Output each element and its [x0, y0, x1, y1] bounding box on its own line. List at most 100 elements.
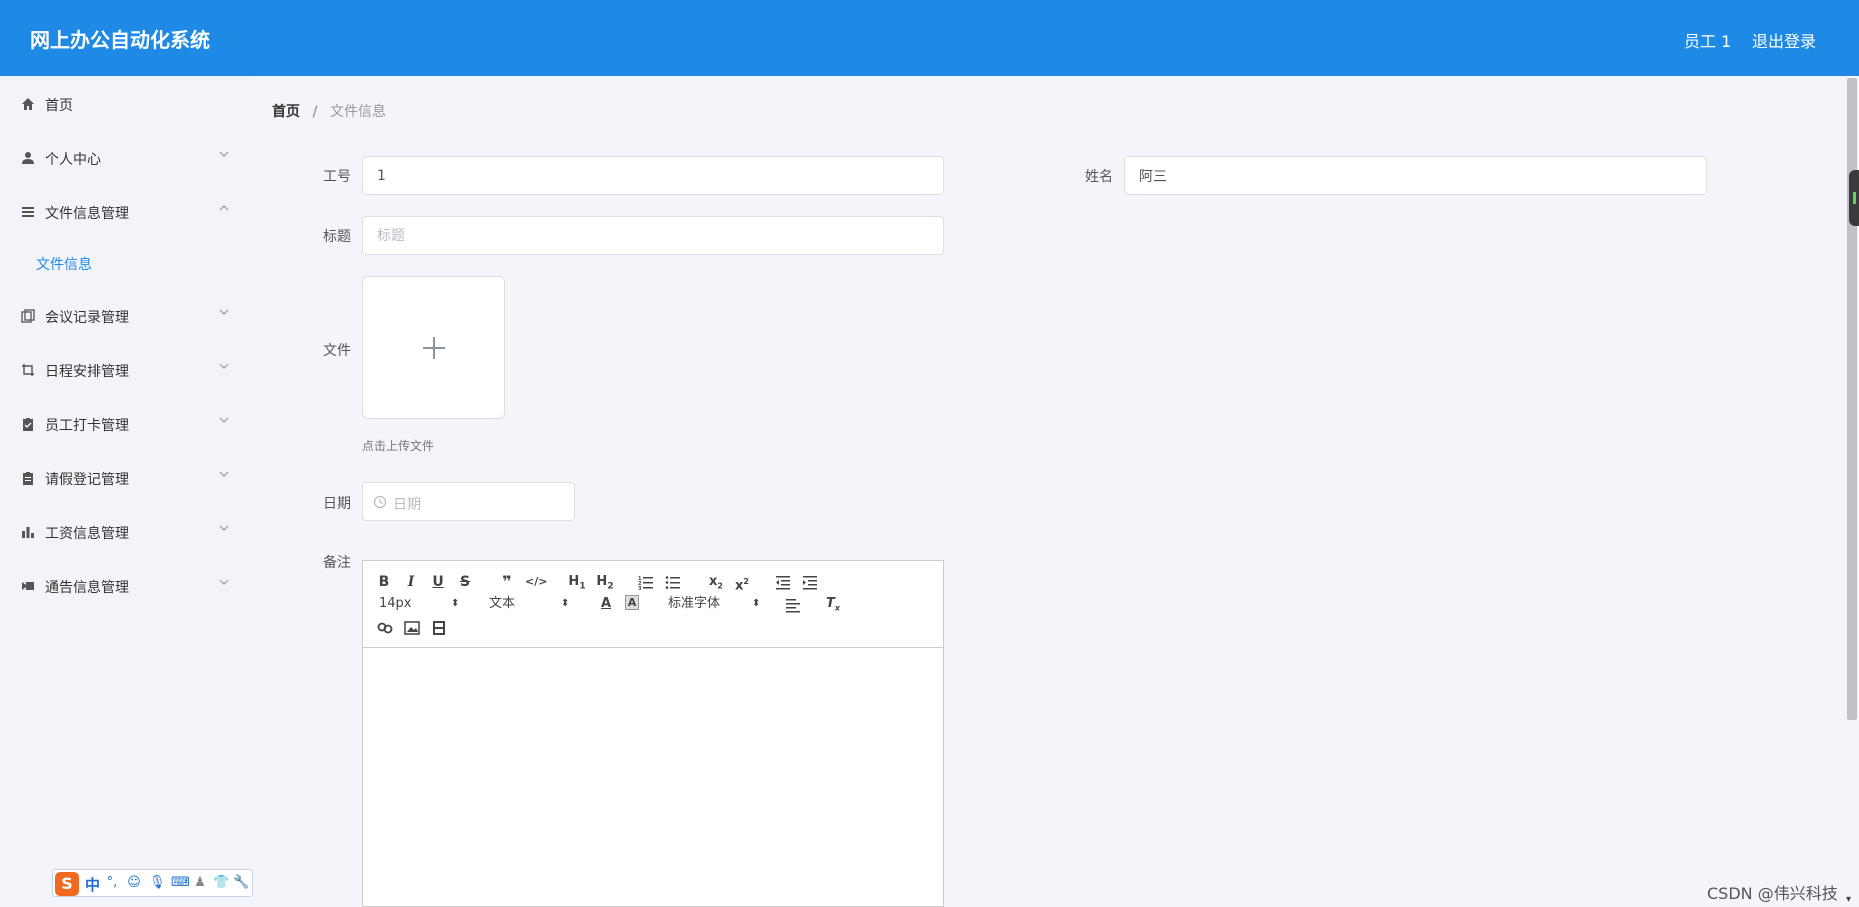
bar-chart-icon: [20, 524, 36, 540]
clipboard-check-icon: [20, 416, 36, 432]
superscript-button[interactable]: x2: [733, 573, 751, 593]
name-field[interactable]: [1124, 156, 1707, 195]
date-placeholder: 日期: [393, 497, 421, 513]
home-icon: [20, 96, 36, 112]
breadcrumb-home[interactable]: 首页: [272, 104, 300, 120]
ordered-list-icon[interactable]: 123: [638, 573, 654, 591]
user-icon[interactable]: ♟: [193, 876, 207, 890]
sidebar-item-schedule[interactable]: 日程安排管理: [0, 350, 250, 390]
bullet-list-icon[interactable]: [665, 573, 681, 591]
chevron-down-icon: [219, 151, 229, 157]
title-label: 标题: [323, 229, 351, 245]
sidebar-item-leave[interactable]: 请假登记管理: [0, 458, 250, 498]
keyboard-icon[interactable]: ⌨: [171, 876, 190, 890]
chevron-down-icon: [219, 471, 229, 477]
editor-toolbar: B I U S ❞ </> H1 H2 123 x2 x2 14px ⬍ 文本 …: [363, 561, 943, 648]
rich-text-editor: B I U S ❞ </> H1 H2 123 x2 x2 14px ⬍ 文本 …: [362, 560, 944, 907]
editor-content-area[interactable]: [363, 649, 943, 906]
chevron-down-icon: [219, 417, 229, 423]
ime-mode-toggle[interactable]: 中: [85, 874, 100, 895]
indent-icon[interactable]: [802, 573, 818, 591]
chevron-up-icon: [219, 205, 229, 211]
resize-handle-icon: ▾: [1846, 894, 1852, 905]
clock-icon: [373, 495, 387, 509]
video-icon[interactable]: [431, 619, 447, 637]
file-upload-button[interactable]: [362, 276, 505, 419]
sidebar-subitem-label: 文件信息: [36, 257, 92, 273]
employee-no-field[interactable]: [362, 156, 944, 195]
crop-icon: [20, 362, 36, 378]
sidebar-item-personal-center[interactable]: 个人中心: [0, 138, 250, 178]
upload-tip: 点击上传文件: [362, 439, 435, 453]
remark-label: 备注: [323, 555, 351, 571]
ime-toolbar: S 中 °, ☺ 🎙 ⌨ ♟ 👕 🔧: [52, 869, 253, 897]
date-label: 日期: [323, 496, 351, 512]
heading2-button[interactable]: H2: [595, 573, 615, 592]
align-left-icon[interactable]: [785, 596, 801, 614]
sidebar-item-label: 日程安排管理: [45, 364, 129, 380]
side-panel-handle[interactable]: [1849, 170, 1859, 226]
date-picker[interactable]: 日期: [362, 482, 575, 521]
sidebar-item-home[interactable]: 首页: [0, 84, 250, 124]
outdent-icon[interactable]: [775, 573, 791, 591]
sidebar-item-meeting-records[interactable]: 会议记录管理: [0, 296, 250, 336]
strike-button[interactable]: S: [458, 573, 472, 591]
select-arrow-icon: ⬍: [752, 598, 761, 609]
text-color-button[interactable]: A: [599, 595, 613, 613]
sidebar: 首页 个人中心 文件信息管理 文件信息 会议记录管理 日程安排管理 员工打卡管理…: [0, 76, 250, 907]
image-icon[interactable]: [404, 619, 420, 637]
sidebar-subitem-file-info[interactable]: 文件信息: [0, 243, 250, 283]
font-family-select[interactable]: 标准字体 ⬍: [668, 595, 760, 613]
font-family-value: 标准字体: [668, 596, 721, 611]
bold-button[interactable]: B: [377, 573, 391, 591]
emoji-icon[interactable]: ☺: [127, 876, 141, 890]
chevron-down-icon: [219, 363, 229, 369]
sidebar-item-label: 首页: [45, 98, 73, 114]
blockquote-button[interactable]: ❞: [499, 573, 515, 591]
employee-no-label: 工号: [323, 169, 351, 185]
svg-text:3: 3: [638, 586, 642, 591]
list-icon: [20, 204, 36, 220]
text-type-select[interactable]: 文本 ⬍: [489, 595, 569, 613]
sidebar-item-label: 通告信息管理: [45, 580, 129, 596]
breadcrumb-current: 文件信息: [330, 104, 387, 120]
skin-icon[interactable]: 👕: [213, 876, 229, 890]
sidebar-item-attendance[interactable]: 员工打卡管理: [0, 404, 250, 444]
heading1-button[interactable]: H1: [567, 573, 587, 592]
font-size-select[interactable]: 14px ⬍: [379, 595, 459, 613]
select-arrow-icon: ⬍: [561, 598, 570, 609]
name-label: 姓名: [1085, 169, 1113, 185]
text-type-value: 文本: [489, 596, 516, 611]
clipboard-icon: [20, 470, 36, 486]
sidebar-item-notices[interactable]: 通告信息管理: [0, 566, 250, 606]
chevron-down-icon: [219, 309, 229, 315]
video-icon: [20, 578, 36, 594]
breadcrumb-separator: /: [312, 104, 318, 120]
sidebar-item-label: 个人中心: [45, 152, 101, 168]
file-label: 文件: [323, 343, 351, 359]
code-block-button[interactable]: </>: [525, 573, 547, 591]
sidebar-item-file-management[interactable]: 文件信息管理: [0, 192, 250, 232]
breadcrumb: 首页 / 文件信息: [272, 101, 386, 121]
clear-format-button[interactable]: Tx: [825, 595, 841, 613]
title-field[interactable]: [362, 216, 944, 255]
wrench-icon[interactable]: 🔧: [233, 876, 249, 890]
italic-button[interactable]: I: [404, 573, 418, 591]
font-size-value: 14px: [379, 596, 412, 611]
underline-button[interactable]: U: [431, 573, 445, 591]
ime-logo-icon[interactable]: S: [55, 872, 79, 896]
microphone-icon[interactable]: 🎙: [149, 876, 166, 890]
logout-link[interactable]: 退出登录: [1752, 28, 1816, 52]
copy-icon: [20, 308, 36, 324]
sidebar-item-label: 会议记录管理: [45, 310, 129, 326]
chevron-down-icon: [219, 525, 229, 531]
watermark: CSDN @伟兴科技: [1707, 884, 1838, 903]
link-icon[interactable]: [377, 619, 393, 637]
select-arrow-icon: ⬍: [451, 598, 460, 609]
subscript-button[interactable]: x2: [707, 573, 725, 591]
punctuation-icon[interactable]: °,: [105, 876, 119, 890]
sidebar-item-salary[interactable]: 工资信息管理: [0, 512, 250, 552]
top-header: 网上办公自动化系统 员工 1 退出登录: [0, 0, 1859, 76]
current-user[interactable]: 员工 1: [1684, 28, 1731, 52]
background-color-button[interactable]: A: [625, 595, 639, 610]
